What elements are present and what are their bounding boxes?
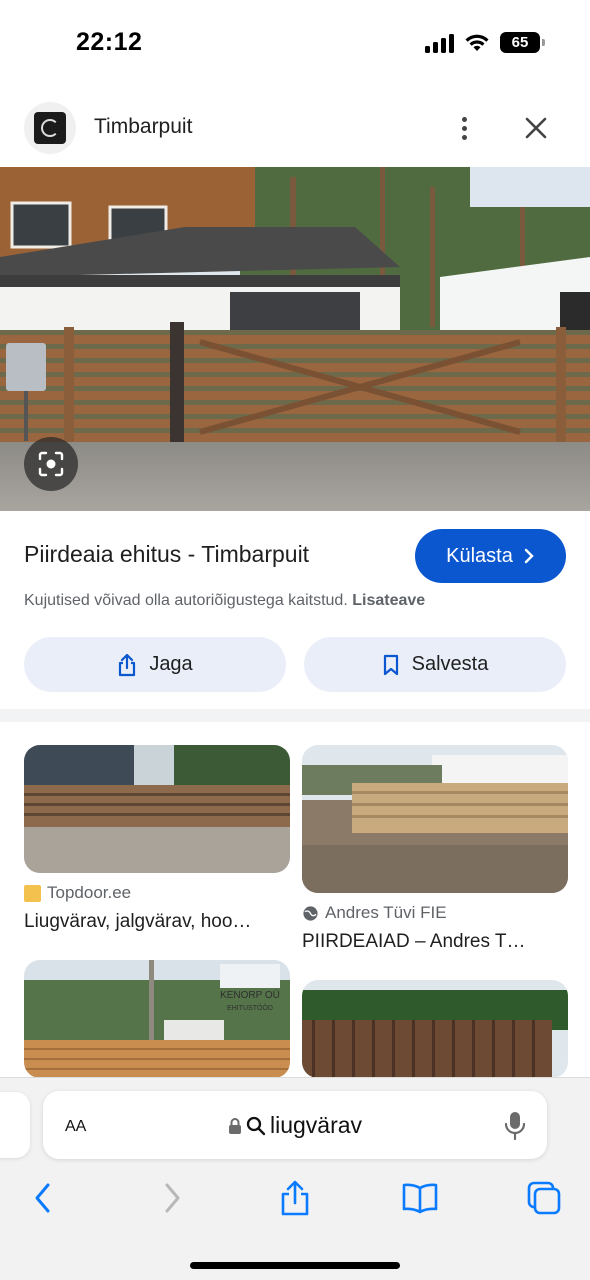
more-vert-icon[interactable] [446,110,482,146]
site-header: Timbarpuit [0,100,590,156]
copyright-text: Kujutised võivad olla autoriõigustega ka… [24,592,348,609]
url-display[interactable]: liugvärav [43,1112,547,1139]
result-title: Piirdeaia ehitus - Timbarpuit [24,541,310,567]
related-card[interactable]: KENORP OÜ EHITUSTÖÖD [24,960,290,1078]
book-icon[interactable] [398,1176,442,1220]
share-icon [119,653,136,676]
copyright-notice: Kujutised võivad olla autoriõigustega ka… [24,592,425,610]
address-bar[interactable]: AA liugvärav [43,1091,547,1159]
site-name[interactable]: Timbarpuit [94,115,192,139]
related-source-name: Andres Tüvi FIE [325,903,447,922]
share-icon[interactable] [273,1176,317,1220]
mic-icon[interactable] [503,1110,527,1142]
search-query: liugvärav [269,1112,363,1138]
topdoor-favicon [24,884,41,902]
lens-search-icon[interactable] [24,437,78,491]
related-card[interactable]: Topdoor.ee Liugvärav, jalgvärav, hoo… [24,745,290,933]
status-time: 22:12 [76,28,143,56]
chevron-right-icon [524,548,534,564]
related-source-name: Topdoor.ee [47,883,132,902]
svg-text:KENORP OÜ: KENORP OÜ [220,989,280,1001]
share-button[interactable]: Jaga [24,637,286,692]
status-icons: 65 [425,32,545,53]
svg-text:EHITUSTÖÖD: EHITUSTÖÖD [227,1004,273,1012]
globe-icon [303,905,318,921]
bookmark-icon [383,654,398,675]
share-label: Jaga [149,653,193,675]
related-card[interactable] [302,980,568,1078]
lock-icon [228,1117,241,1134]
home-indicator [190,1262,400,1269]
related-thumbnail[interactable] [302,745,568,893]
related-thumbnail[interactable] [302,980,568,1078]
related-thumbnail[interactable] [24,745,290,873]
related-title[interactable]: Liugvärav, jalgvärav, hoo… [24,911,286,933]
visit-button[interactable]: Külasta [415,529,566,583]
site-logo[interactable] [24,102,76,154]
save-button[interactable]: Salvesta [304,637,566,692]
hero-image[interactable] [0,167,590,511]
related-source: Topdoor.ee [24,883,290,903]
browser-toolbar: AA liugvärav [0,1077,590,1280]
save-label: Salvesta [411,653,489,675]
learn-more-link[interactable]: Lisateave [352,592,425,609]
related-thumbnail[interactable]: KENORP OÜ EHITUSTÖÖD [24,960,290,1078]
wifi-icon [465,34,489,51]
section-divider [0,709,590,722]
related-source: Andres Tüvi FIE [302,903,568,923]
status-bar: 22:12 65 [0,0,590,90]
chevron-right-icon[interactable] [150,1176,194,1220]
tabs-icon[interactable] [522,1176,566,1220]
related-card[interactable]: Andres Tüvi FIE PIIRDEAIAD – Andres T… [302,745,568,953]
previous-tab-preview[interactable] [0,1092,30,1158]
search-icon [246,1116,266,1135]
battery-indicator: 65 [500,32,545,53]
cellular-signal-icon [425,33,454,53]
related-title[interactable]: PIIRDEAIAD – Andres T… [302,931,564,953]
close-icon[interactable] [518,110,554,146]
visit-button-label: Külasta [446,544,513,567]
chevron-left-icon[interactable] [21,1176,65,1220]
